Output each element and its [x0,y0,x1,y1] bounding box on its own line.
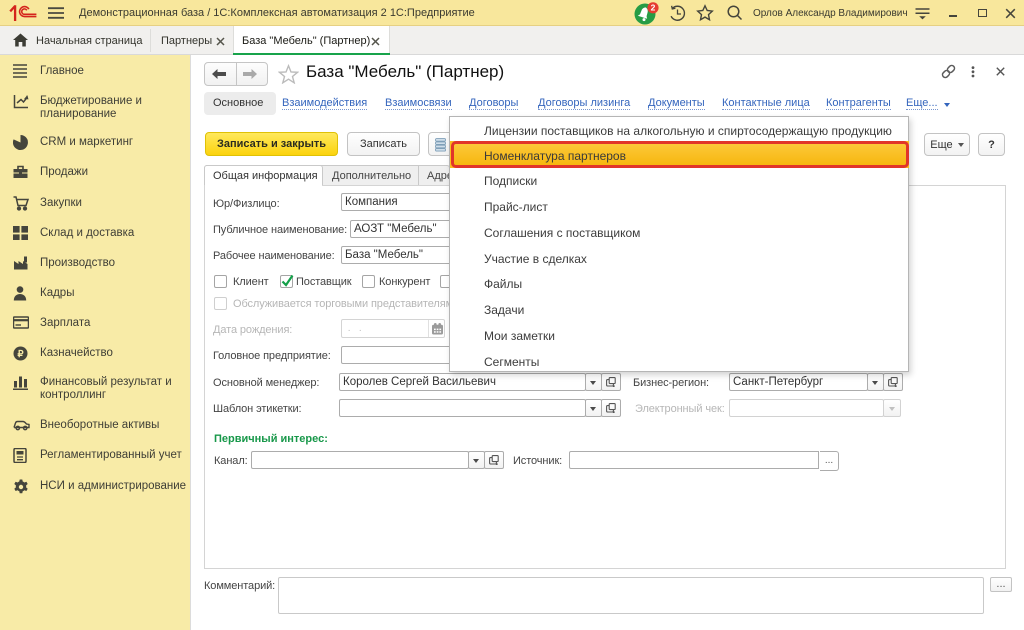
svg-text:₽: ₽ [17,349,24,360]
svg-text:2: 2 [651,3,656,13]
